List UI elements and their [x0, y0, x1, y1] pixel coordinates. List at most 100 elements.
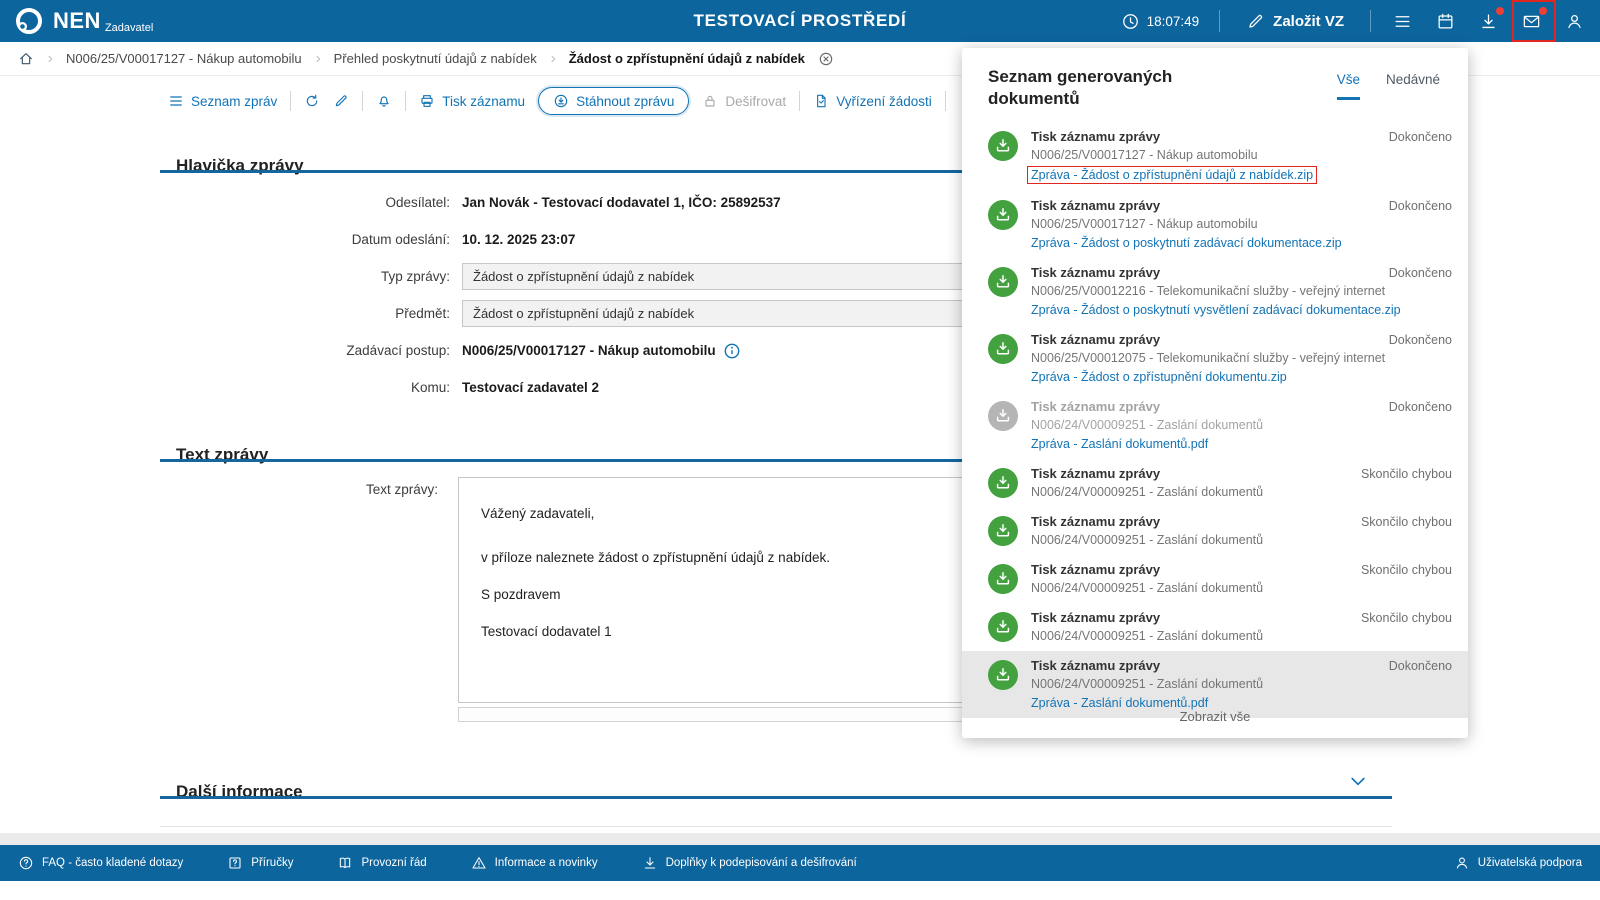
generated-document-item[interactable]: Tisk záznamu zprávy Skončilo chybou N006…	[962, 459, 1468, 507]
message-toolbar: Seznam zpráv Tisk záznamu Stáhnout zpráv…	[168, 87, 1073, 115]
doc-download-icon	[988, 660, 1018, 690]
tab-all[interactable]: Vše	[1337, 72, 1360, 100]
footer-link-manuals[interactable]: Příručky	[227, 855, 293, 871]
footer-link-news[interactable]: Informace a novinky	[471, 855, 598, 871]
field-label: Předmět:	[160, 306, 462, 321]
expand-more-info-button[interactable]	[1348, 771, 1368, 791]
decrypt-button[interactable]: Dešifrovat	[702, 93, 786, 109]
edit-message-button[interactable]	[333, 93, 349, 109]
document-download-link[interactable]: Zpráva - Zaslání dokumentů.pdf	[1031, 436, 1208, 452]
clock-icon	[1121, 12, 1140, 31]
footer-link-faq[interactable]: FAQ - často kladené dotazy	[18, 855, 183, 871]
generated-document-item[interactable]: Tisk záznamu zprávy Dokončeno N006/24/V0…	[962, 392, 1468, 459]
sent-date-value: 10. 12. 2025 23:07	[462, 232, 575, 247]
breadcrumb-item-overview[interactable]: Přehled poskytnutí údajů z nabídek	[334, 51, 537, 66]
tab-recent[interactable]: Nedávné	[1386, 72, 1440, 100]
section-title-body: Text zprávy	[176, 445, 268, 465]
generated-document-item[interactable]: Tisk záznamu zprávy Skončilo chybou N006…	[962, 555, 1468, 603]
document-download-link[interactable]: Zpráva - Žádost o zpřístupnění údajů z n…	[1027, 166, 1317, 184]
home-icon[interactable]	[18, 51, 34, 67]
document-subtitle: N006/24/V00009251 - Zaslání dokumentů	[1031, 417, 1452, 433]
document-title: Tisk záznamu zprávy	[1031, 129, 1379, 145]
messages-button[interactable]	[1520, 10, 1543, 33]
doc-download-icon	[988, 267, 1018, 297]
faq-icon	[18, 855, 34, 871]
procedure-info-button[interactable]	[724, 343, 740, 359]
create-vz-button[interactable]: Založit VZ	[1240, 11, 1350, 32]
document-status: Skončilo chybou	[1351, 611, 1452, 625]
section-title-header: Hlavička zprávy	[176, 156, 304, 176]
document-subtitle: N006/24/V00009251 - Zaslání dokumentů	[1031, 532, 1452, 548]
document-status: Dokončeno	[1379, 130, 1452, 144]
profile-button[interactable]	[1563, 10, 1586, 33]
doc-download-icon	[988, 564, 1018, 594]
breadcrumb-separator-icon	[313, 54, 323, 64]
panel-tabs: Vše Nedávné	[1337, 72, 1440, 100]
document-status: Dokončeno	[1379, 659, 1452, 673]
document-title: Tisk záznamu zprávy	[1031, 265, 1379, 281]
main-menu-button[interactable]	[1391, 10, 1414, 33]
download-circle-icon	[553, 93, 569, 109]
document-title: Tisk záznamu zprávy	[1031, 466, 1351, 482]
document-subtitle: N006/24/V00009251 - Zaslání dokumentů	[1031, 628, 1452, 644]
edit-icon	[1246, 12, 1265, 31]
mail-icon	[1522, 12, 1541, 31]
generated-document-item[interactable]: Tisk záznamu zprávy Skončilo chybou N006…	[962, 507, 1468, 555]
doc-download-icon	[988, 612, 1018, 642]
footer-link-rules[interactable]: Provozní řád	[337, 855, 426, 871]
document-subtitle: N006/25/V00012216 - Telekomunikační služ…	[1031, 283, 1452, 299]
doc-download-icon	[988, 334, 1018, 364]
close-circle-icon	[818, 51, 834, 67]
calendar-icon	[1436, 12, 1455, 31]
doc-download-icon	[988, 468, 1018, 498]
nen-logo[interactable]: NEN Zadavatel	[14, 6, 153, 36]
breadcrumb-separator-icon	[548, 54, 558, 64]
generated-document-item[interactable]: Tisk záznamu zprávy Dokončeno N006/25/V0…	[962, 122, 1468, 191]
calendar-button[interactable]	[1434, 10, 1457, 33]
close-view-button[interactable]	[818, 51, 834, 67]
toolbar-separator	[362, 91, 363, 111]
footer-link-plugins[interactable]: Doplňky k podepisování a dešifrování	[642, 855, 857, 871]
generated-document-item[interactable]: Tisk záznamu zprávy Dokončeno N006/25/V0…	[962, 191, 1468, 258]
generated-document-item[interactable]: Tisk záznamu zprávy Dokončeno N006/24/V0…	[962, 651, 1468, 718]
body-label: Text zprávy:	[160, 482, 450, 497]
user-icon	[1565, 12, 1584, 31]
notification-button[interactable]	[376, 93, 392, 109]
document-title: Tisk záznamu zprávy	[1031, 198, 1379, 214]
download-message-button[interactable]: Stáhnout zprávu	[538, 87, 689, 115]
breadcrumb-item-procedure[interactable]: N006/25/V00017127 - Nákup automobilu	[66, 51, 302, 66]
generated-document-item[interactable]: Tisk záznamu zprávy Dokončeno N006/25/V0…	[962, 258, 1468, 325]
sender-value: Jan Novák - Testovací dodavatel 1, IČO: …	[462, 195, 781, 210]
refresh-icon	[304, 93, 320, 109]
generated-document-item[interactable]: Tisk záznamu zprávy Skončilo chybou N006…	[962, 603, 1468, 651]
message-list-button[interactable]: Seznam zpráv	[168, 93, 277, 109]
generated-document-item[interactable]: Tisk záznamu zprávy Dokončeno N006/25/V0…	[962, 325, 1468, 392]
field-label: Odesílatel:	[160, 195, 462, 210]
document-status: Skončilo chybou	[1351, 563, 1452, 577]
document-download-link[interactable]: Zpráva - Žádost o zpřístupnění dokumentu…	[1031, 369, 1287, 385]
generated-documents-list: Tisk záznamu zprávy Dokončeno N006/25/V0…	[962, 122, 1468, 718]
doc-download-icon	[988, 200, 1018, 230]
document-subtitle: N006/25/V00012075 - Telekomunikační služ…	[1031, 350, 1452, 366]
downloads-badge	[1496, 7, 1504, 15]
document-download-link[interactable]: Zpráva - Žádost o poskytnutí zadávací do…	[1031, 235, 1342, 251]
downloads-button[interactable]	[1477, 10, 1500, 33]
resolve-request-button[interactable]: Vyřízení žádosti	[813, 93, 932, 109]
chevron-down-icon	[1348, 771, 1368, 791]
toolbar-separator	[405, 91, 406, 111]
list-icon	[168, 93, 184, 109]
menu-icon	[1393, 12, 1412, 31]
info-icon	[724, 343, 740, 359]
document-status: Skončilo chybou	[1351, 467, 1452, 481]
brand-role: Zadavatel	[105, 22, 153, 34]
document-subtitle: N006/24/V00009251 - Zaslání dokumentů	[1031, 580, 1452, 596]
download-icon	[1479, 12, 1498, 31]
show-all-button[interactable]: Zobrazit vše	[962, 709, 1468, 724]
document-download-link[interactable]: Zpráva - Žádost o poskytnutí vysvětlení …	[1031, 302, 1401, 318]
print-record-button[interactable]: Tisk záznamu	[419, 93, 525, 109]
document-title: Tisk záznamu zprávy	[1031, 562, 1351, 578]
footer-link-support[interactable]: Uživatelská podpora	[1454, 855, 1582, 871]
document-status: Skončilo chybou	[1351, 515, 1452, 529]
refresh-button[interactable]	[304, 93, 320, 109]
document-title: Tisk záznamu zprávy	[1031, 610, 1351, 626]
